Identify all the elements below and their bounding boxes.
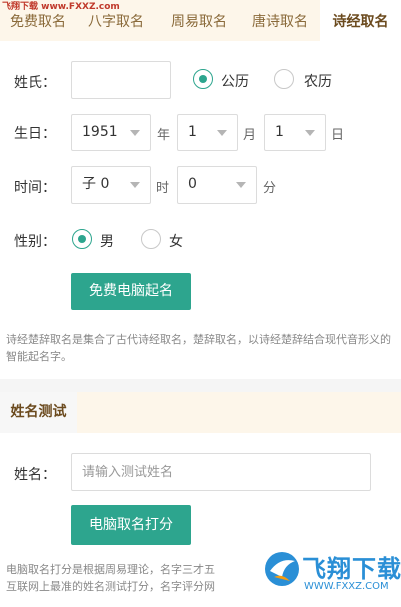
logo-title: 飞翔下载: [302, 555, 401, 583]
site-logo: 飞翔下载 WWW.FXXZ.COM: [262, 547, 401, 597]
month-select[interactable]: 1: [177, 114, 238, 151]
gender-female-radio[interactable]: [141, 229, 161, 249]
lunar-calendar-label: 农历: [304, 74, 332, 90]
year-select[interactable]: 1951: [71, 114, 151, 151]
name-test-title: 姓名测试: [0, 392, 77, 433]
logo-url: WWW.FXXZ.COM: [304, 581, 389, 592]
hour-select[interactable]: 子 0: [71, 166, 151, 204]
naming-description: 诗经楚辞取名是集合了古代诗经取名，楚辞取名，以诗经楚辞结合现代音形义的智能起名字…: [6, 333, 391, 363]
minute-value: 0: [188, 176, 197, 192]
lunar-calendar-radio[interactable]: [274, 69, 294, 89]
gender-male-label: 男: [100, 234, 114, 250]
name-test-description-line2: 互联网上最准的姓名测试打分，名字评分网: [6, 580, 215, 593]
chevron-down-icon: [130, 182, 140, 188]
chevron-down-icon: [305, 130, 315, 136]
chevron-down-icon: [130, 130, 140, 136]
gender-male-radio[interactable]: [72, 229, 92, 249]
month-value: 1: [188, 124, 197, 140]
year-unit: 年: [157, 128, 171, 143]
gender-label: 性别：: [14, 234, 56, 250]
naming-form: 姓氏： 公历 农历 生日： 1951 年 1 月 1 日 时间： 子 0 时 0…: [0, 41, 401, 379]
solar-calendar-label: 公历: [221, 74, 249, 90]
minute-select[interactable]: 0: [177, 166, 257, 204]
surname-input[interactable]: [71, 61, 171, 99]
name-label: 姓名：: [14, 467, 56, 483]
hour-unit: 时: [156, 181, 170, 196]
test-name-input[interactable]: [71, 453, 371, 491]
name-test-header-fill: [77, 392, 401, 433]
month-unit: 月: [243, 128, 257, 143]
time-label: 时间：: [14, 180, 56, 196]
day-unit: 日: [331, 128, 345, 143]
name-test-description-line1: 电脑取名打分是根据周易理论，名字三才五: [6, 563, 215, 576]
hour-value: 子 0: [82, 176, 110, 192]
solar-calendar-radio[interactable]: [193, 69, 213, 89]
free-naming-button[interactable]: 免费电脑起名: [71, 273, 191, 310]
name-score-button[interactable]: 电脑取名打分: [71, 505, 191, 545]
tab-zhouyi-naming[interactable]: 周易取名: [158, 0, 240, 41]
minute-unit: 分: [263, 181, 277, 196]
day-select[interactable]: 1: [264, 114, 326, 151]
name-test-header: 姓名测试: [0, 392, 401, 433]
gender-female-label: 女: [169, 234, 183, 250]
year-value: 1951: [82, 124, 118, 140]
tab-tangshi-naming[interactable]: 唐诗取名: [240, 0, 320, 41]
tab-shijing-naming[interactable]: 诗经取名: [320, 0, 401, 41]
chevron-down-icon: [217, 130, 227, 136]
birthday-label: 生日：: [14, 126, 56, 142]
watermark-text: 飞翔下载 www.FXXZ.com: [2, 2, 120, 12]
surname-label: 姓氏：: [14, 75, 56, 91]
day-value: 1: [275, 124, 284, 140]
chevron-down-icon: [236, 182, 246, 188]
